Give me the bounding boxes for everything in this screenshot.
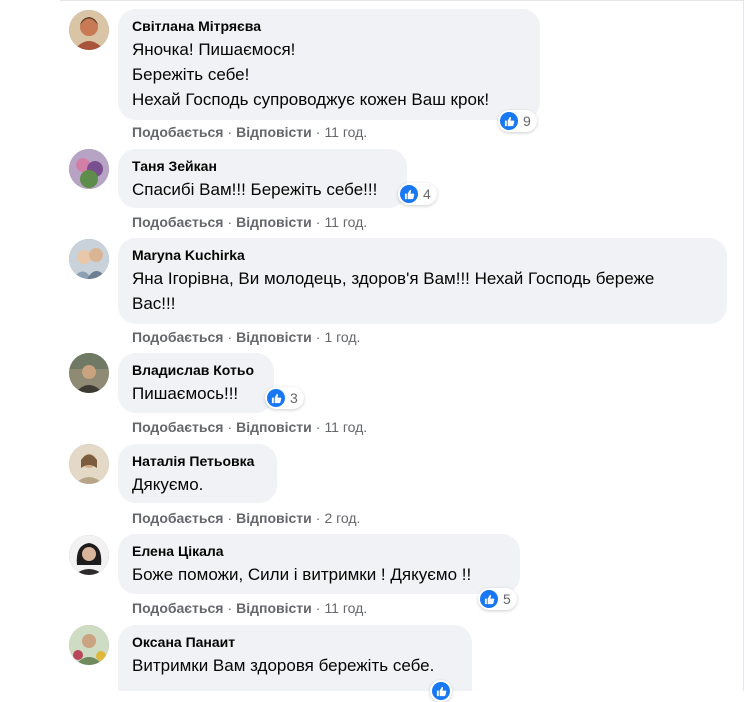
- like-button[interactable]: Подобається: [132, 124, 223, 140]
- reaction-count: 4: [423, 186, 431, 202]
- comment-bubble: Оксана Панаит Витримки Вам здоровя береж…: [118, 625, 472, 691]
- like-button[interactable]: Подобається: [132, 214, 223, 230]
- reaction-count: 3: [290, 390, 298, 406]
- reply-button[interactable]: Відповісти: [236, 329, 312, 345]
- like-reaction-icon: [400, 185, 418, 203]
- reaction-count-badge[interactable]: 4: [398, 183, 437, 205]
- comment-timestamp[interactable]: 11 год.: [324, 124, 367, 140]
- reaction-count-badge[interactable]: 5: [478, 588, 517, 610]
- like-reaction-icon: [480, 590, 498, 608]
- comment-author[interactable]: Maryna Kuchirka: [132, 246, 713, 264]
- avatar[interactable]: [69, 625, 109, 665]
- reply-button[interactable]: Відповісти: [236, 600, 312, 616]
- avatar[interactable]: [69, 149, 109, 189]
- comment-line: Пишаємось!!!: [132, 384, 239, 403]
- comment-timestamp[interactable]: 11 год.: [324, 419, 367, 435]
- comment-line: Яночка! Пишаємося!: [132, 40, 296, 59]
- comment-line: Вас!!!: [132, 294, 176, 313]
- reaction-count-badge[interactable]: 9: [498, 110, 537, 132]
- like-button[interactable]: Подобається: [132, 419, 223, 435]
- comment-line: Боже поможи, Сили і витримки ! Дякуємо !…: [132, 565, 472, 584]
- comment-actions: Подобається · Відповісти · 11 год.: [132, 419, 368, 435]
- top-divider: [60, 0, 744, 1]
- reaction-count: 5: [503, 591, 511, 607]
- comment-line: Дякуємо.: [132, 475, 204, 494]
- comment-line: Нехай Господь супроводжує кожен Ваш крок…: [132, 90, 490, 109]
- reply-button[interactable]: Відповісти: [236, 510, 312, 526]
- comment-actions: Подобається · Відповісти · 2 год.: [132, 510, 361, 526]
- comment-bubble: Наталія Петьовка Дякуємо.: [118, 444, 277, 503]
- comment-bubble: Світлана Мітряєва Яночка! Пишаємося! Бер…: [118, 9, 540, 120]
- like-button[interactable]: Подобається: [132, 600, 223, 616]
- comment-timestamp[interactable]: 1 год.: [324, 329, 360, 345]
- like-reaction-icon: [432, 682, 450, 700]
- comment-actions: Подобається · Відповісти · 11 год.: [132, 600, 368, 616]
- avatar[interactable]: [69, 239, 109, 279]
- comment-text: Яна Ігорівна, Ви молодець, здоров'я Вам!…: [132, 266, 713, 316]
- like-reaction-icon: [500, 112, 518, 130]
- comment-author[interactable]: Світлана Мітряєва: [132, 17, 526, 35]
- comment-author[interactable]: Оксана Панаит: [132, 633, 458, 651]
- comment-line: Витримки Вам здоровя бережіть себе.: [132, 656, 435, 675]
- comment-line: Спасибі Вам!!! Бережіть себе!!!: [132, 180, 378, 199]
- reaction-count-badge[interactable]: [430, 680, 452, 702]
- comment-author[interactable]: Елена Цікала: [132, 542, 506, 560]
- comment-actions: Подобається · Відповісти · 11 год.: [132, 214, 368, 230]
- comment-author[interactable]: Владислав Котьо: [132, 361, 260, 379]
- reply-button[interactable]: Відповісти: [236, 214, 312, 230]
- comment-bubble: Елена Цікала Боже поможи, Сили і витримк…: [118, 534, 520, 594]
- avatar[interactable]: [69, 10, 109, 50]
- comment-text: Дякуємо.: [132, 472, 263, 497]
- comment-bubble: Таня Зейкан Спасибі Вам!!! Бережіть себе…: [118, 149, 407, 208]
- comment-text: Витримки Вам здоровя бережіть себе.: [132, 653, 458, 678]
- reply-button[interactable]: Відповісти: [236, 124, 312, 140]
- comment-bubble: Владислав Котьо Пишаємось!!!: [118, 353, 274, 413]
- comment-timestamp[interactable]: 11 год.: [324, 214, 367, 230]
- reaction-count-badge[interactable]: 3: [265, 387, 304, 409]
- avatar[interactable]: [69, 353, 109, 393]
- avatar[interactable]: [69, 444, 109, 484]
- comment-author[interactable]: Наталія Петьовка: [132, 452, 263, 470]
- comment-text: Яночка! Пишаємося! Бережіть себе! Нехай …: [132, 37, 526, 112]
- comment-actions: Подобається · Відповісти · 1 год.: [132, 329, 361, 345]
- like-reaction-icon: [267, 389, 285, 407]
- comment-actions: Подобається · Відповісти · 11 год.: [132, 124, 368, 140]
- comment-text: Боже поможи, Сили і витримки ! Дякуємо !…: [132, 562, 506, 587]
- comment-timestamp[interactable]: 11 год.: [324, 600, 367, 616]
- reply-button[interactable]: Відповісти: [236, 419, 312, 435]
- reaction-count: 9: [523, 113, 531, 129]
- comment-line: Яна Ігорівна, Ви молодець, здоров'я Вам!…: [132, 269, 655, 288]
- comment-timestamp[interactable]: 2 год.: [324, 510, 360, 526]
- comment-text: Пишаємось!!!: [132, 381, 260, 406]
- comment-text: Спасибі Вам!!! Бережіть себе!!!: [132, 177, 393, 202]
- comment-bubble: Maryna Kuchirka Яна Ігорівна, Ви молодец…: [118, 238, 727, 324]
- like-button[interactable]: Подобається: [132, 510, 223, 526]
- like-button[interactable]: Подобається: [132, 329, 223, 345]
- comment-author[interactable]: Таня Зейкан: [132, 157, 393, 175]
- avatar[interactable]: [69, 535, 109, 575]
- comment-line: Бережіть себе!: [132, 65, 250, 84]
